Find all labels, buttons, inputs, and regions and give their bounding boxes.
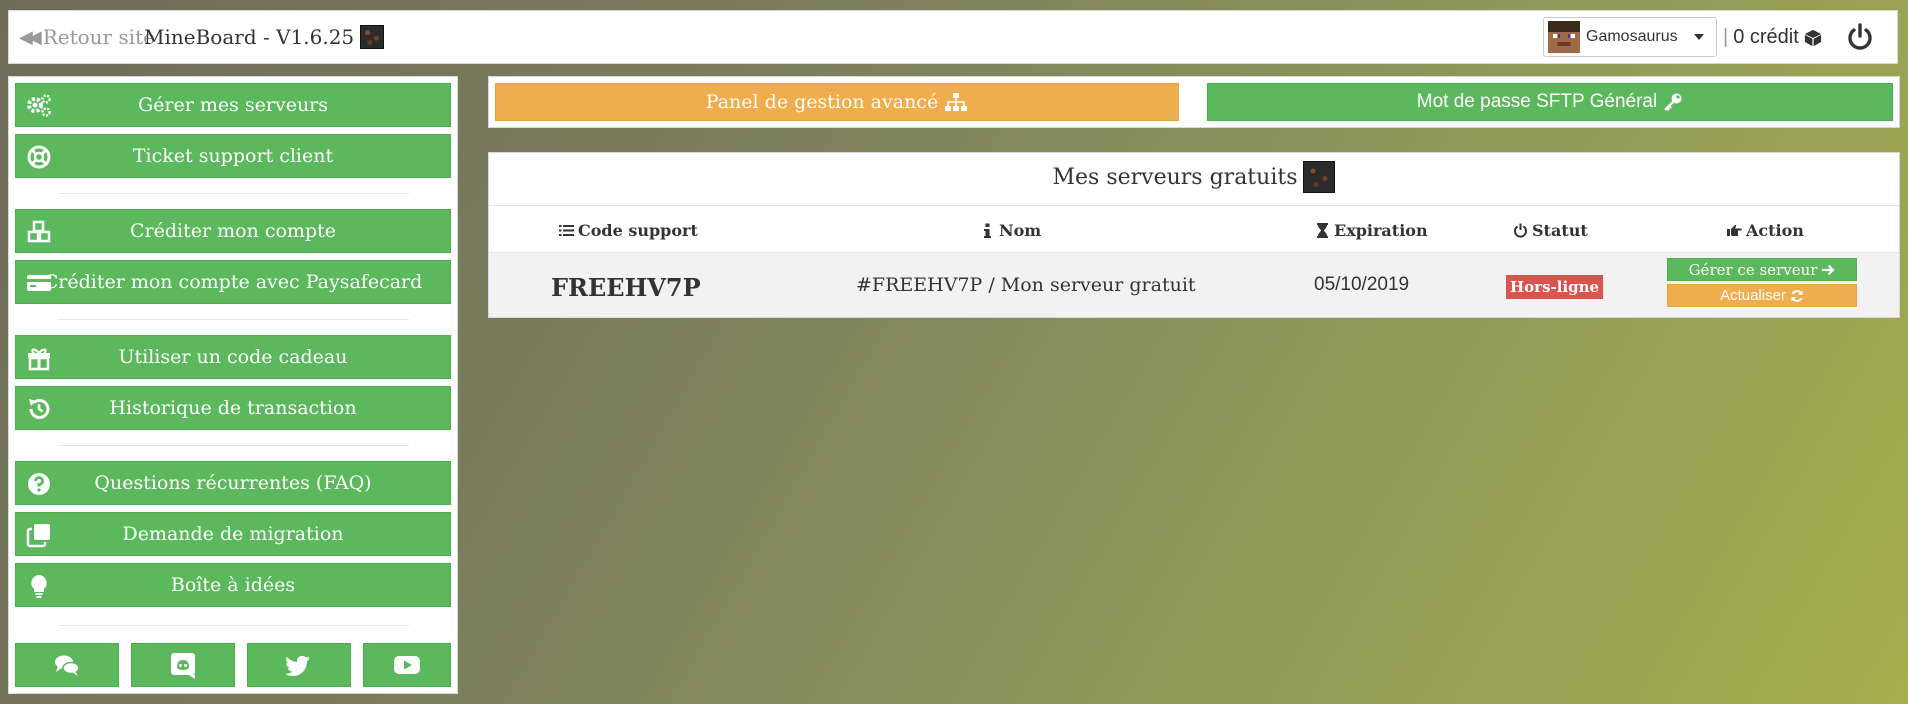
life-ring-icon [27,145,51,169]
hand-point-right-icon [1727,224,1742,236]
servers-panel: Mes serveurs gratuits Code support Nom E… [488,152,1900,318]
table-row: FREEHV7P #FREEHV7P / Mon serveur gratuit… [489,253,1899,317]
sidebar-item-label: Utiliser un code cadeau [118,346,348,368]
table-header: Code support Nom Expiration Statut Actio… [489,205,1899,253]
sidebar-item-transaction-history[interactable]: Historique de transaction [15,386,451,430]
social-youtube-button[interactable] [363,643,451,687]
list-icon [559,225,574,236]
credit-display: | 0 crédit [1723,26,1822,49]
refresh-icon [1791,289,1803,302]
social-twitter-button[interactable] [247,643,351,687]
credit-separator: | [1723,26,1729,48]
question-circle-icon [28,473,50,495]
sidebar-item-credit-account[interactable]: Créditer mon compte [15,209,451,253]
hourglass-icon [1317,223,1328,238]
social-discord-button[interactable] [131,643,235,687]
refresh-button[interactable]: Actualiser [1667,284,1857,307]
credit-card-icon [27,275,51,291]
twitter-icon [285,655,310,676]
discord-icon [171,653,195,679]
sidebar-item-label: Boîte à idées [170,574,296,596]
arrow-right-icon [1822,264,1835,275]
sidebar-item-migration[interactable]: Demande de migration [15,512,451,556]
divider [59,625,409,626]
sidebar-item-label: Demande de migration [122,523,344,545]
power-off-icon[interactable] [1845,22,1875,52]
brand-label: MineBoard - V1.6.25 [144,25,355,49]
sidebar-item-label: Gérer mes serveurs [137,94,329,116]
caret-down-icon [1694,34,1704,40]
column-header-status: Statut [1513,221,1588,240]
column-label: Nom [999,221,1042,240]
sitemap-icon [945,93,968,111]
status-badge: Hors-ligne [1506,275,1604,299]
column-header-expiration: Expiration [1315,221,1428,240]
column-label: Expiration [1334,221,1428,240]
column-label: Action [1746,221,1804,240]
sidebar-item-label: Historique de transaction [109,397,357,419]
sftp-password-button[interactable]: Mot de passe SFTP Général [1207,83,1893,121]
column-header-name: Nom [980,221,1041,240]
divider [59,193,409,194]
sidebar-item-label: Ticket support client [132,145,334,167]
divider [59,319,409,320]
back-label: Retour site [42,25,155,49]
server-code: FREEHV7P [551,273,701,302]
youtube-icon [394,656,420,674]
column-label: Code support [578,221,698,240]
user-dropdown[interactable]: Gamosaurus [1543,17,1717,57]
sftp-password-label: Mot de passe SFTP Général [1416,91,1658,112]
comments-icon [55,655,80,676]
cube-icon [1804,29,1821,46]
lightbulb-icon [31,575,47,598]
history-icon [29,399,50,419]
avatar [1548,21,1580,53]
server-name: #FREEHV7P / Mon serveur gratuit [856,274,1196,296]
sidebar-item-faq[interactable]: Questions récurrentes (FAQ) [15,461,451,505]
sidebar-item-label: Créditer mon compte avec Paysafecard [43,271,423,293]
backward-icon: ◀◀ [19,26,42,48]
username: Gamosaurus [1586,28,1678,45]
refresh-label: Actualiser [1720,287,1786,304]
column-header-code: Code support [559,221,698,240]
sidebar-item-label: Créditer mon compte [130,220,336,242]
actions-panel: Panel de gestion avancé Mot de passe SFT… [488,76,1900,128]
gears-icon [27,94,51,117]
sidebar-item-manage-servers[interactable]: Gérer mes serveurs [15,83,451,127]
top-bar: ◀◀ Retour site MineBoard - V1.6.25 Gamos… [8,10,1898,64]
divider [59,445,409,446]
brand-title: MineBoard - V1.6.25 [144,25,385,49]
sidebar: Gérer mes serveurs Ticket support client… [8,76,458,694]
sidebar-item-label: Questions récurrentes (FAQ) [94,472,372,494]
sidebar-item-ideas[interactable]: Boîte à idées [15,563,451,607]
server-expiration: 05/10/2019 [1314,274,1410,295]
servers-title: Mes serveurs gratuits [489,161,1899,193]
clone-icon [26,524,50,548]
manage-server-button[interactable]: Gérer ce serveur [1667,258,1857,281]
back-to-site-link[interactable]: ◀◀ Retour site [19,25,155,49]
column-label: Statut [1532,221,1588,240]
advanced-panel-button[interactable]: Panel de gestion avancé [495,83,1179,121]
minecraft-block-icon [1303,161,1336,193]
servers-title-label: Mes serveurs gratuits [1052,164,1298,190]
sidebar-item-gift-code[interactable]: Utiliser un code cadeau [15,335,451,379]
sidebar-item-support-ticket[interactable]: Ticket support client [15,134,451,178]
minecraft-block-icon [360,25,385,49]
credit-label: 0 crédit [1733,26,1799,48]
sidebar-item-paysafecard[interactable]: Créditer mon compte avec Paysafecard [15,260,451,304]
advanced-panel-label: Panel de gestion avancé [705,91,939,113]
power-icon [1514,223,1527,238]
info-icon [984,223,991,238]
gift-icon [28,348,50,371]
social-chat-button[interactable] [15,643,119,687]
manage-server-label: Gérer ce serveur [1688,260,1818,279]
cubes-icon [27,220,51,243]
column-header-action: Action [1727,221,1804,240]
key-icon [1664,93,1682,111]
